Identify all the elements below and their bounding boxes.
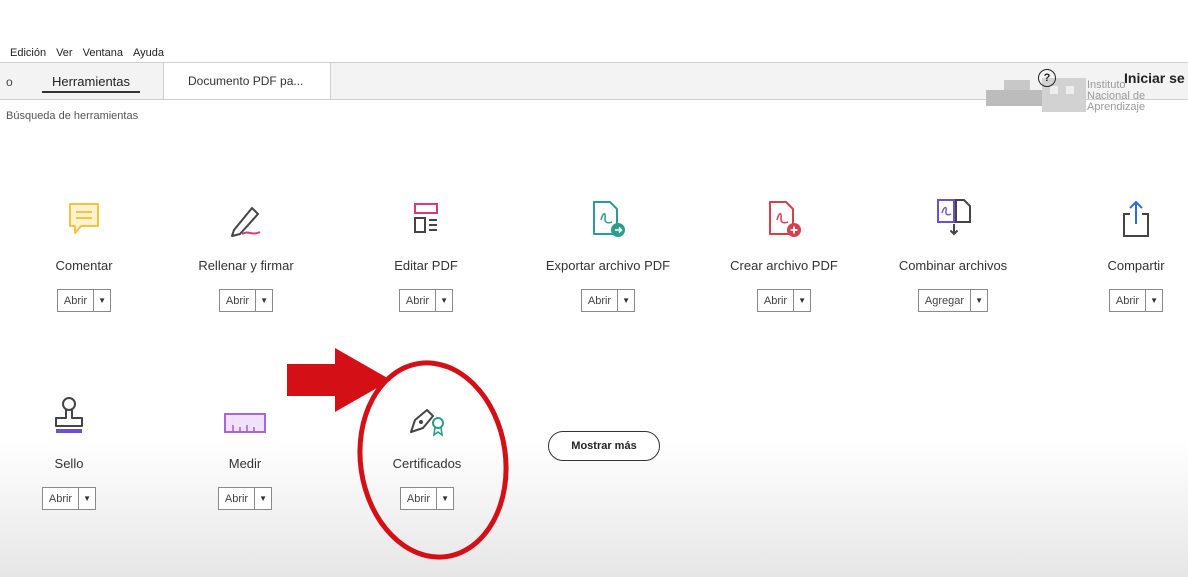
fill-sign-icon[interactable]: [226, 200, 266, 240]
measure-icon[interactable]: [222, 408, 268, 438]
open-button[interactable]: Abrir: [220, 290, 257, 311]
chevron-down-icon[interactable]: ▼: [971, 290, 987, 311]
open-button[interactable]: Abrir: [219, 488, 256, 509]
open-button[interactable]: Abrir: [43, 488, 80, 509]
tool-name: Exportar archivo PDF: [545, 258, 671, 273]
tool-control: Abrir ▼: [580, 289, 636, 312]
tool-name: Compartir: [1107, 258, 1165, 273]
tool-editar-pdf: Editar PDF Abrir ▼: [368, 190, 484, 312]
tool-name: Medir: [228, 456, 262, 471]
chevron-down-icon[interactable]: ▼: [256, 290, 272, 311]
tool-combinar-archivos: Combinar archivos Agregar ▼: [878, 190, 1028, 312]
tab-document[interactable]: Documento PDF pa...: [163, 63, 331, 99]
tool-medir: Medir Abrir ▼: [190, 388, 300, 510]
sign-in-link[interactable]: Iniciar se: [1124, 70, 1185, 86]
tool-control: Agregar ▼: [917, 289, 989, 312]
tab-home-fragment[interactable]: o: [6, 75, 13, 89]
open-button[interactable]: Abrir: [58, 290, 95, 311]
tool-name: Comentar: [55, 258, 113, 273]
tool-compartir: Compartir Abrir ▼: [1092, 190, 1180, 312]
tool-control: Abrir ▼: [217, 487, 273, 510]
menu-view[interactable]: Ver: [56, 47, 73, 61]
tool-exportar-pdf: Exportar archivo PDF Abrir ▼: [528, 190, 688, 312]
tool-control: Abrir ▼: [1108, 289, 1164, 312]
tool-comentar: Comentar Abrir ▼: [26, 190, 142, 312]
chevron-down-icon[interactable]: ▼: [794, 290, 810, 311]
create-pdf-icon[interactable]: [764, 198, 804, 240]
tool-rellenar-firmar: Rellenar y firmar Abrir ▼: [176, 190, 316, 312]
open-button[interactable]: Abrir: [582, 290, 619, 311]
menu-edit[interactable]: Edición: [10, 47, 46, 61]
share-icon[interactable]: [1118, 198, 1154, 240]
menu-help[interactable]: Ayuda: [133, 47, 164, 61]
chevron-down-icon[interactable]: ▼: [1146, 290, 1162, 311]
add-button[interactable]: Agregar: [919, 290, 972, 311]
tool-control: Abrir ▼: [56, 289, 112, 312]
chevron-down-icon[interactable]: ▼: [79, 488, 95, 509]
tool-name: Sello: [54, 456, 84, 471]
institution-logo: [986, 78, 1086, 112]
tab-tools[interactable]: Herramientas: [32, 63, 150, 99]
comment-icon[interactable]: [67, 200, 101, 240]
help-icon[interactable]: ?: [1038, 69, 1056, 87]
tool-name: Combinar archivos: [898, 258, 1008, 273]
tool-control: Abrir ▼: [41, 487, 97, 510]
menu-window[interactable]: Ventana: [83, 47, 123, 61]
chevron-down-icon[interactable]: ▼: [436, 290, 452, 311]
combine-files-icon[interactable]: [930, 196, 976, 240]
export-pdf-icon[interactable]: [588, 198, 628, 240]
search-tools-label[interactable]: Búsqueda de herramientas: [6, 110, 138, 122]
chevron-down-icon[interactable]: ▼: [255, 488, 271, 509]
tool-control: Abrir ▼: [756, 289, 812, 312]
open-button[interactable]: Abrir: [400, 290, 437, 311]
tool-name: Crear archivo PDF: [730, 258, 838, 273]
chevron-down-icon[interactable]: ▼: [618, 290, 634, 311]
edit-pdf-icon[interactable]: [409, 200, 443, 240]
open-button[interactable]: Abrir: [1110, 290, 1147, 311]
tool-name: Editar PDF: [394, 258, 458, 273]
tool-sello: Sello Abrir ▼: [14, 388, 124, 510]
tool-name: Rellenar y firmar: [198, 258, 294, 273]
menu-bar: Edición Ver Ventana Ayuda: [0, 47, 164, 61]
show-more-button[interactable]: Mostrar más: [548, 431, 660, 461]
open-button[interactable]: Abrir: [758, 290, 795, 311]
chevron-down-icon[interactable]: ▼: [94, 290, 110, 311]
tool-control: Abrir ▼: [218, 289, 274, 312]
tool-control: Abrir ▼: [398, 289, 454, 312]
stamp-icon[interactable]: [49, 394, 89, 438]
tool-crear-pdf: Crear archivo PDF Abrir ▼: [714, 190, 854, 312]
